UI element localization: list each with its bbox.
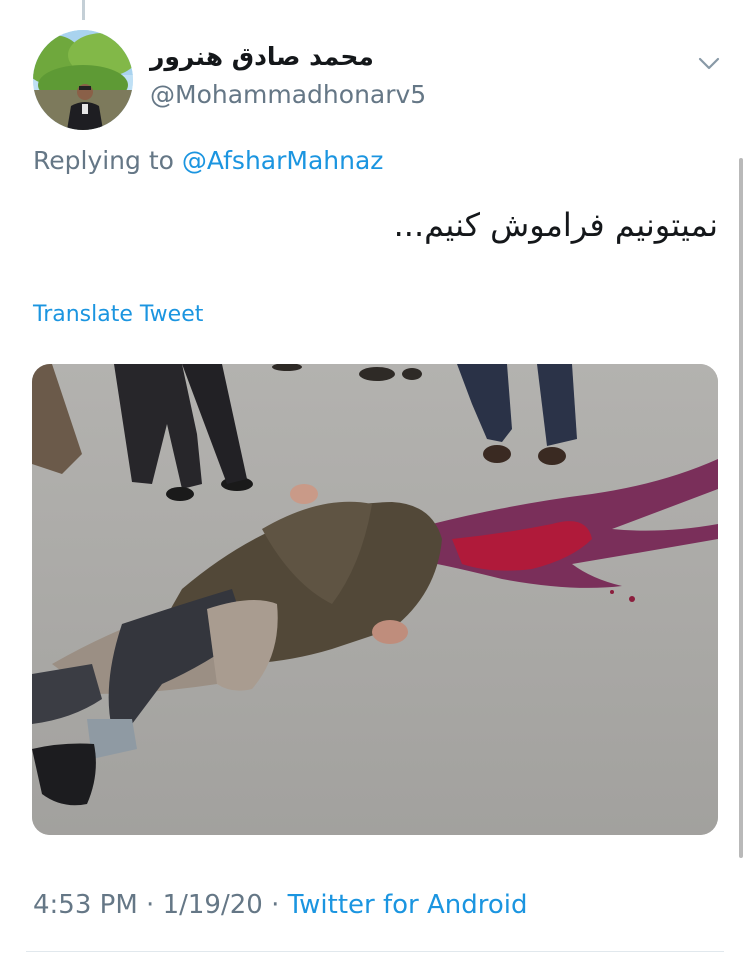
- tweet-time[interactable]: 4:53 PM: [33, 890, 138, 920]
- reply-context: Replying to @AfsharMahnaz: [33, 146, 383, 175]
- translate-tweet-link[interactable]: Translate Tweet: [33, 302, 203, 327]
- photo-icon: [32, 364, 718, 835]
- author-display-name[interactable]: محمد صادق هنرور: [150, 42, 374, 71]
- scrollbar[interactable]: [739, 158, 743, 858]
- meta-separator: ·: [146, 890, 155, 920]
- tweet-timestamp-line: 4:53 PM · 1/19/20 · Twitter for Android: [33, 890, 528, 920]
- meta-separator: ·: [271, 890, 280, 920]
- author-avatar[interactable]: [33, 30, 133, 130]
- thread-connector-line: [82, 0, 85, 20]
- reply-prefix: Replying to: [33, 146, 174, 175]
- divider: [26, 951, 724, 952]
- tweet-source-link[interactable]: Twitter for Android: [288, 890, 528, 920]
- avatar-photo-icon: [33, 30, 133, 130]
- author-handle[interactable]: @Mohammadhonarv5: [150, 80, 426, 109]
- reply-to-mention-link[interactable]: @AfsharMahnaz: [182, 146, 384, 175]
- tweet-text: نمیتونیم فراموش کنیم...: [393, 206, 718, 244]
- tweet-date[interactable]: 1/19/20: [163, 890, 263, 920]
- tweet-media-photo[interactable]: [32, 364, 718, 835]
- chevron-down-icon[interactable]: [696, 50, 722, 76]
